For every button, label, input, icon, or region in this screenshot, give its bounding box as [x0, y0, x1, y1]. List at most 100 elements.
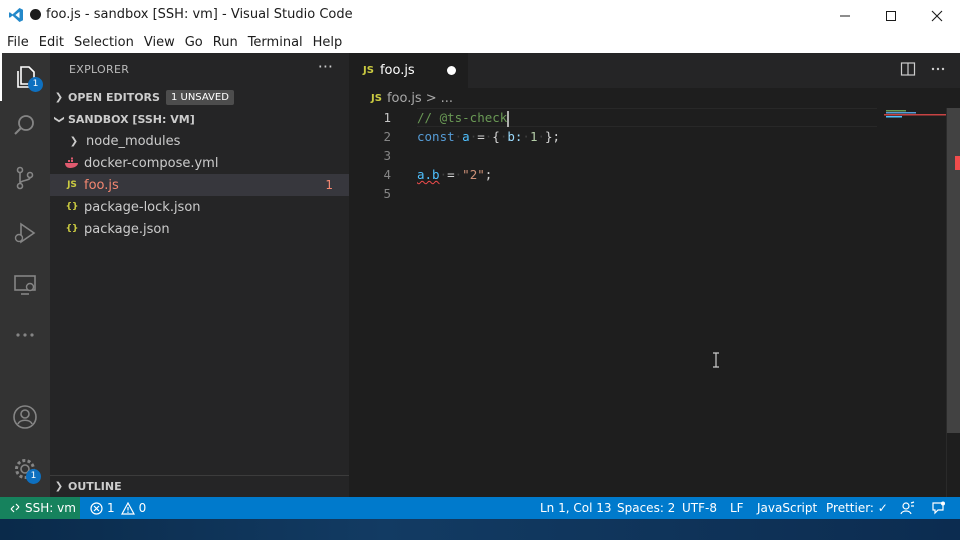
editor-scrollbar[interactable]	[946, 108, 960, 497]
line-number: 3	[383, 148, 391, 163]
end-of-line[interactable]: LF	[730, 497, 744, 519]
minimap-preview	[884, 110, 946, 118]
open-editors-label: OPEN EDITORS	[68, 90, 160, 104]
docker-icon	[65, 157, 78, 168]
breadcrumb-separator: >	[425, 90, 437, 106]
menu-file[interactable]: File	[2, 35, 34, 50]
line-number: 1	[383, 110, 391, 125]
menu-terminal[interactable]: Terminal	[243, 35, 308, 50]
file-package-lock-json[interactable]: {} package-lock.json	[50, 196, 349, 218]
js-file-icon: JS	[363, 65, 374, 76]
warning-icon	[120, 501, 135, 515]
run-debug-icon	[14, 222, 36, 244]
remote-indicator[interactable]: SSH: vm	[0, 497, 80, 519]
encoding[interactable]: UTF-8	[682, 497, 717, 519]
cursor-position[interactable]: Ln 1, Col 13	[540, 497, 612, 519]
menu-bar: File Edit Selection View Go Run Terminal…	[0, 31, 960, 53]
code-line: 2 const·a·=·{·b:·1·};	[349, 127, 946, 146]
minimize-icon	[840, 15, 850, 16]
line-number: 4	[383, 167, 391, 182]
editor-actions	[900, 61, 946, 77]
string-token: "2"	[462, 167, 485, 182]
menu-selection[interactable]: Selection	[69, 35, 139, 50]
vscode-logo-icon	[9, 8, 23, 22]
error-token[interactable]: a.b	[417, 167, 440, 182]
variable-token: a	[462, 129, 470, 144]
breadcrumb-symbols[interactable]: ...	[441, 91, 453, 106]
feedback-button[interactable]	[899, 497, 915, 519]
more-icon	[16, 333, 34, 337]
maximize-icon	[886, 10, 896, 21]
explorer-sidebar: EXPLORER ··· ❯ OPEN EDITORS 1 UNSAVED ❯ …	[50, 53, 349, 497]
prettier-status[interactable]: Prettier: ✓	[826, 497, 888, 519]
unsaved-dot-icon[interactable]	[447, 66, 456, 75]
menu-edit[interactable]: Edit	[34, 35, 69, 50]
operator-token: =	[477, 129, 485, 144]
chevron-down-icon: ❯	[53, 114, 65, 124]
notifications-button[interactable]	[931, 497, 945, 519]
brace-token: };	[545, 129, 561, 144]
line-number: 2	[383, 129, 391, 144]
remote-icon	[10, 503, 20, 513]
close-icon	[931, 10, 943, 21]
chevron-right-icon: ❯	[69, 135, 79, 147]
activity-manage[interactable]: 1	[0, 445, 50, 493]
code-editor[interactable]: 1 // @ts-check 2 const·a·=·{·b:·1·}; 3 4…	[349, 108, 946, 497]
language-mode[interactable]: JavaScript	[757, 497, 817, 519]
activity-bar: 1 1	[0, 53, 50, 497]
file-package-json[interactable]: {} package.json	[50, 218, 349, 240]
menu-view[interactable]: View	[139, 35, 180, 50]
code-line: 1 // @ts-check	[349, 108, 946, 127]
workspace-section[interactable]: ❯ SANDBOX [SSH: VM]	[50, 108, 349, 130]
menu-help[interactable]: Help	[308, 35, 348, 50]
activity-explorer[interactable]: 1	[0, 53, 50, 101]
tab-foo-js[interactable]: JS foo.js	[349, 53, 468, 88]
breadcrumb-file[interactable]: foo.js	[387, 91, 422, 106]
keyword-token: const	[417, 129, 455, 144]
property-token: b:	[507, 129, 523, 144]
outline-label: OUTLINE	[68, 480, 122, 493]
file-label: package.json	[84, 221, 170, 237]
error-count: 1	[107, 501, 115, 515]
workspace-label: SANDBOX [SSH: VM]	[68, 112, 195, 126]
activity-source-control[interactable]	[0, 154, 50, 202]
status-bar: SSH: vm 1 0 Ln 1, Col 13 Spaces: 2 UTF-8…	[0, 497, 960, 519]
brace-token: {	[492, 129, 500, 144]
file-docker-compose[interactable]: docker-compose.yml	[50, 152, 349, 174]
minimap[interactable]	[884, 108, 946, 497]
more-actions-icon[interactable]	[930, 61, 946, 77]
activity-accounts[interactable]	[0, 393, 50, 441]
file-label: node_modules	[86, 133, 181, 149]
window-title: foo.js - sandbox [SSH: vm] - Visual Stud…	[46, 7, 353, 22]
code-text: const·a·=·{·b:·1·};	[417, 129, 561, 144]
open-editors-section[interactable]: ❯ OPEN EDITORS 1 UNSAVED	[50, 86, 349, 108]
problems-indicator[interactable]: 1 0	[90, 497, 146, 519]
tab-label: foo.js	[379, 63, 415, 78]
split-editor-icon[interactable]	[900, 61, 916, 77]
explorer-more-button[interactable]: ···	[318, 57, 333, 76]
activity-remote-explorer[interactable]	[0, 261, 50, 309]
indentation[interactable]: Spaces: 2	[617, 497, 675, 519]
close-button[interactable]	[914, 0, 960, 31]
warning-count: 0	[138, 501, 147, 515]
account-icon	[13, 405, 37, 429]
breadcrumb: JS foo.js > ...	[349, 88, 960, 108]
menu-run[interactable]: Run	[208, 35, 243, 50]
code-text: // @ts-check	[417, 108, 510, 127]
minimize-button[interactable]	[822, 0, 868, 31]
menu-go[interactable]: Go	[180, 35, 208, 50]
outline-section[interactable]: ❯ OUTLINE	[50, 475, 349, 497]
js-file-icon: JS	[371, 92, 382, 104]
line-number: 5	[383, 186, 391, 201]
maximize-button[interactable]	[868, 0, 914, 31]
json-file-icon: {}	[65, 224, 79, 234]
folder-node-modules[interactable]: ❯ node_modules	[50, 130, 349, 152]
activity-search[interactable]	[0, 101, 50, 149]
chevron-right-icon: ❯	[54, 481, 64, 492]
file-label: package-lock.json	[84, 199, 201, 215]
activity-run-debug[interactable]	[0, 209, 50, 257]
title-bar: foo.js - sandbox [SSH: vm] - Visual Stud…	[0, 0, 960, 31]
file-foo-js[interactable]: JS foo.js 1	[50, 174, 349, 196]
activity-more[interactable]	[0, 311, 50, 359]
operator-token: =	[447, 167, 455, 182]
